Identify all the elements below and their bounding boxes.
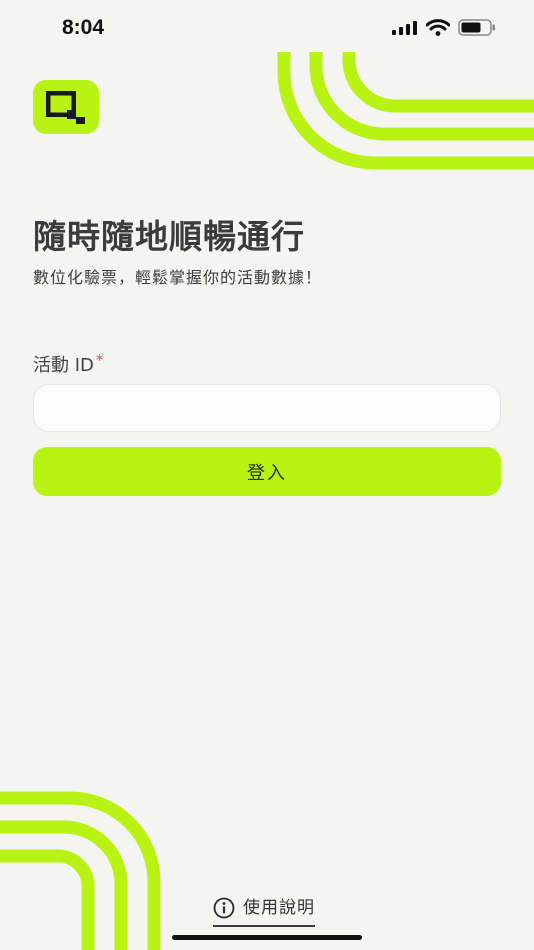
home-indicator — [172, 935, 362, 940]
qr-logo-icon — [33, 80, 99, 134]
event-id-input[interactable] — [33, 384, 501, 432]
event-id-label: 活動 ID * — [33, 351, 103, 377]
page-headline: 隨時隨地順暢通行 — [33, 217, 305, 256]
help-label: 使用說明 — [243, 898, 315, 918]
decorative-stripes-bottom — [0, 791, 161, 950]
status-time: 8:04 — [62, 16, 105, 39]
event-id-label-text: 活動 ID — [33, 355, 94, 376]
cellular-signal-icon — [392, 20, 417, 35]
help-link[interactable]: 使用說明 — [213, 897, 315, 927]
page-subtitle: 數位化驗票，輕鬆掌握你的活動數據！ — [33, 268, 323, 287]
decorative-stripes-top — [277, 52, 534, 170]
info-icon — [213, 897, 235, 919]
status-bar: 8:04 — [0, 0, 534, 56]
required-mark: * — [95, 351, 104, 369]
status-icons — [392, 19, 496, 36]
battery-icon — [458, 19, 495, 36]
wifi-icon — [426, 19, 450, 36]
login-button[interactable]: 登入 — [33, 447, 501, 496]
